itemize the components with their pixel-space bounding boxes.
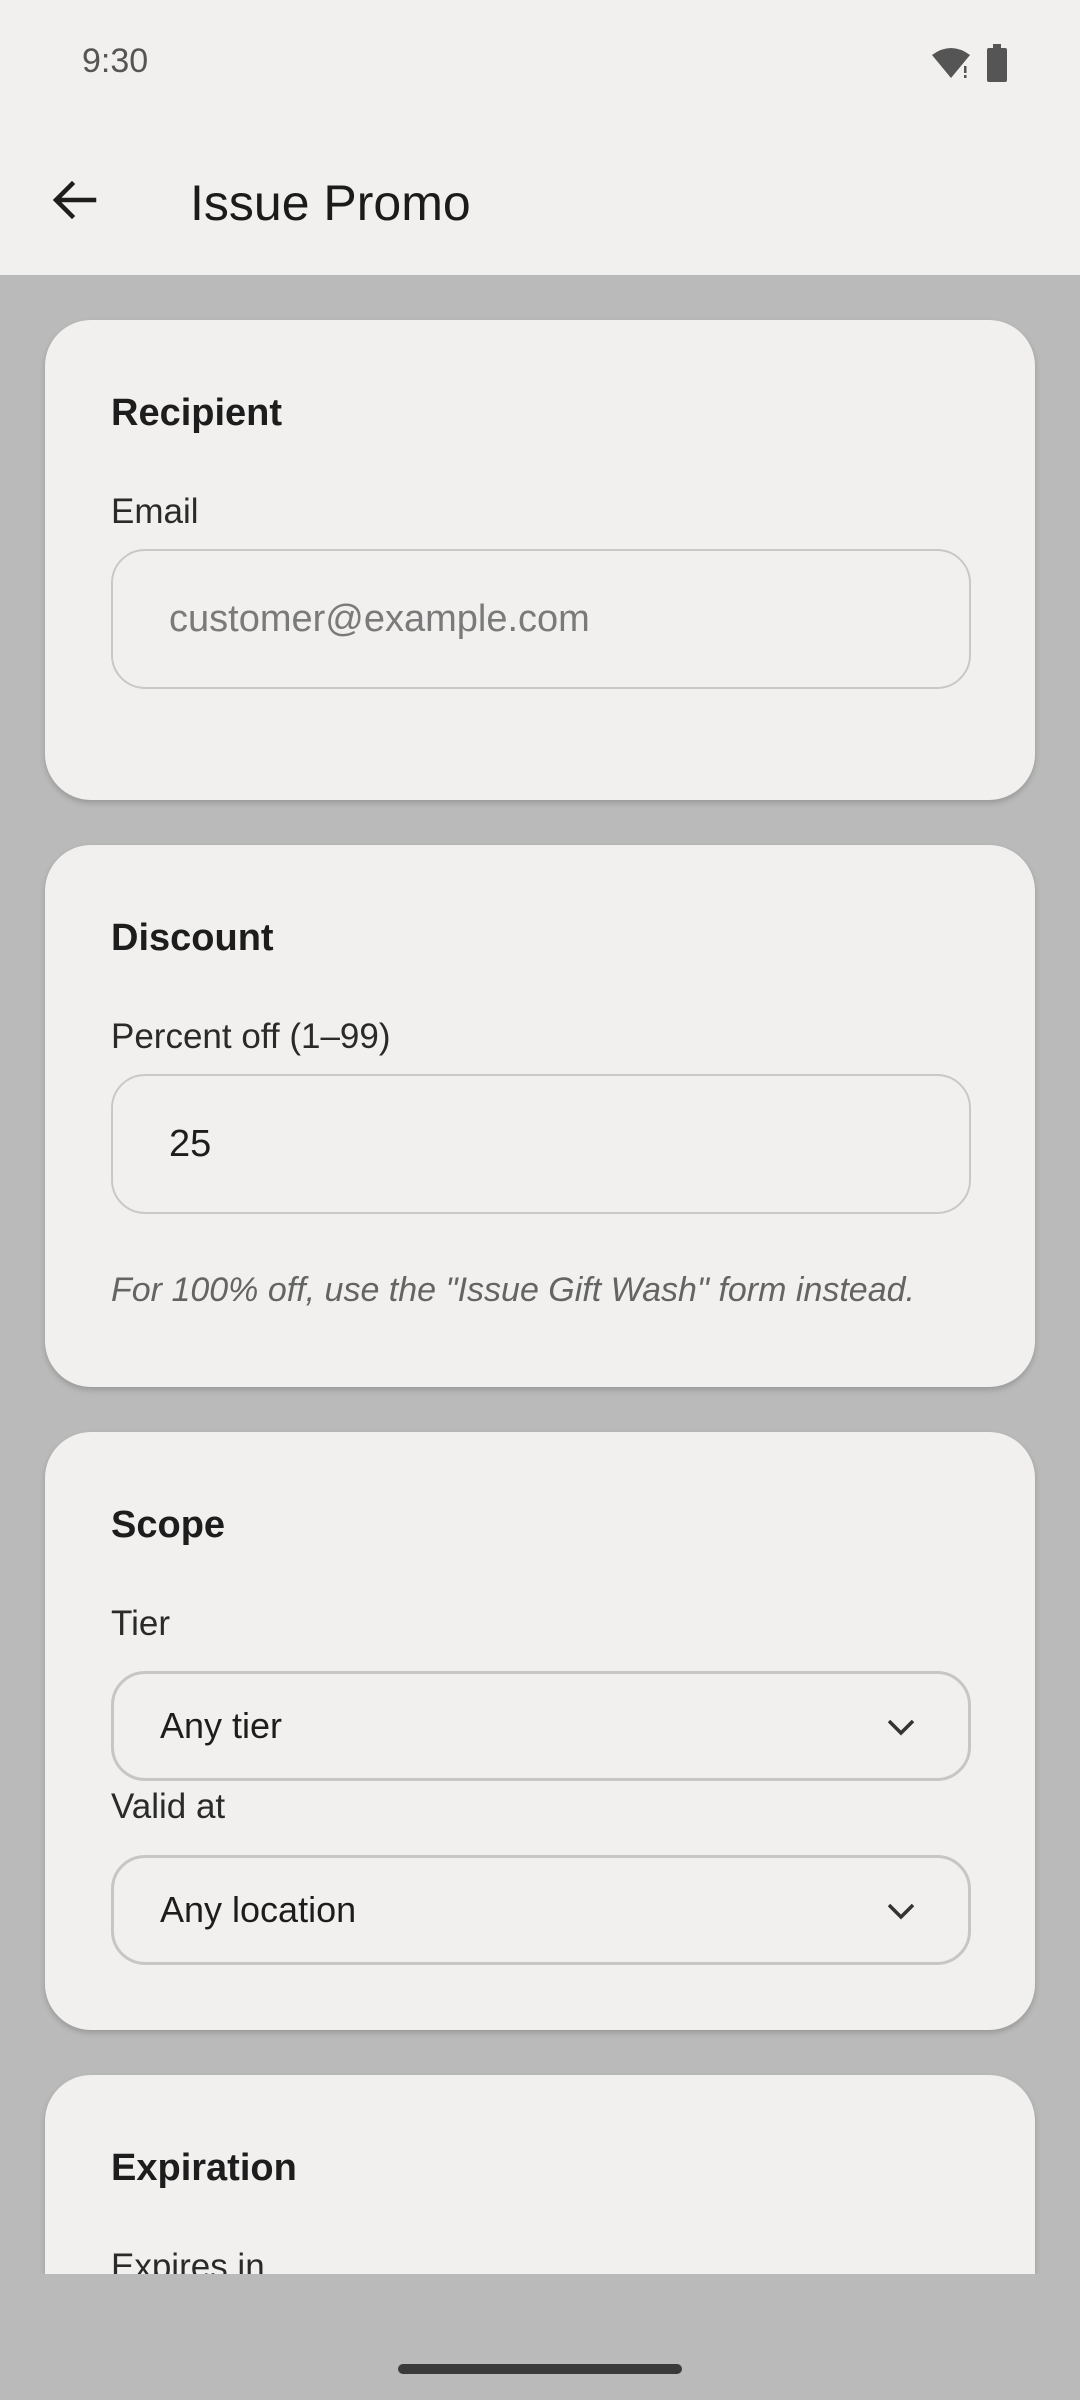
discount-hint: For 100% off, use the "Issue Gift Wash" … xyxy=(111,1271,915,1309)
percent-off-label: Percent off (1–99) xyxy=(111,1017,391,1056)
status-bar: 9:30 xyxy=(0,0,1080,128)
status-icons xyxy=(930,44,1008,82)
expiration-title: Expiration xyxy=(111,2147,297,2189)
email-label: Email xyxy=(111,492,199,531)
percent-off-field[interactable]: 25 xyxy=(111,1074,971,1214)
recipient-card: Recipient Email customer@example.com xyxy=(45,320,1035,800)
chevron-down-icon xyxy=(887,1719,915,1736)
wifi-alert-icon xyxy=(932,48,970,78)
discount-title: Discount xyxy=(111,917,274,959)
form-content[interactable]: Recipient Email customer@example.com Dis… xyxy=(0,275,1080,2274)
status-time: 9:30 xyxy=(82,42,149,80)
scope-card: Scope Tier Any tier Valid at Any locatio… xyxy=(45,1432,1035,2030)
tier-label: Tier xyxy=(111,1604,170,1643)
valid-at-label: Valid at xyxy=(111,1787,226,1826)
tier-select-value: Any tier xyxy=(160,1705,283,1746)
scope-title: Scope xyxy=(111,1504,226,1546)
battery-icon xyxy=(987,44,1007,82)
gesture-nav-area xyxy=(0,2274,1080,2400)
expires-in-label: Expires in xyxy=(111,2247,265,2274)
recipient-title: Recipient xyxy=(111,392,283,434)
location-select[interactable]: Any location xyxy=(111,1855,971,1965)
chevron-down-icon xyxy=(887,1903,915,1920)
app-bar: Issue Promo xyxy=(0,128,1080,275)
discount-card: Discount Percent off (1–99) 25 For 100% … xyxy=(45,845,1035,1387)
location-select-value: Any location xyxy=(160,1889,357,1930)
back-button[interactable] xyxy=(38,164,110,236)
arrow-back-icon xyxy=(52,180,97,220)
home-indicator[interactable] xyxy=(398,2364,682,2374)
email-field[interactable]: customer@example.com xyxy=(111,549,971,689)
expiration-card: Expiration Expires in xyxy=(45,2075,1035,2274)
tier-select[interactable]: Any tier xyxy=(111,1671,971,1781)
page-title: Issue Promo xyxy=(190,175,471,231)
